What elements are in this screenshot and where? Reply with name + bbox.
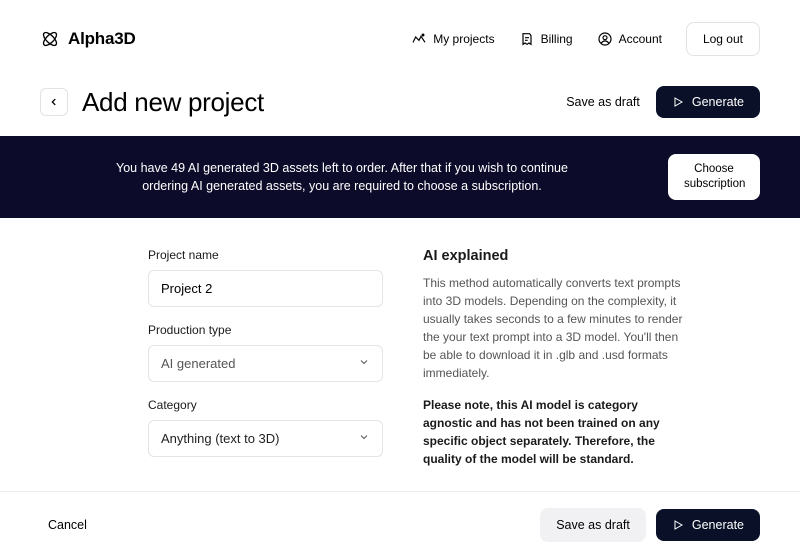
- project-name-field: Project name: [148, 248, 383, 307]
- save-draft-button-bottom[interactable]: Save as draft: [540, 508, 646, 542]
- nav-my-projects[interactable]: My projects: [411, 31, 494, 47]
- category-label: Category: [148, 398, 383, 412]
- banner-text: You have 49 AI generated 3D assets left …: [40, 159, 644, 195]
- production-type-value: AI generated: [161, 356, 235, 371]
- nav-label: Billing: [541, 32, 573, 46]
- form-left: Project name Production type AI generate…: [148, 248, 383, 473]
- projects-icon: [411, 31, 427, 47]
- production-type-select[interactable]: AI generated: [148, 345, 383, 382]
- nav-label: Account: [619, 32, 662, 46]
- logout-button[interactable]: Log out: [686, 22, 760, 56]
- generate-label: Generate: [692, 95, 744, 109]
- back-button[interactable]: [40, 88, 68, 116]
- ai-explained-panel: AI explained This method automatically c…: [423, 248, 683, 473]
- subscription-banner: You have 49 AI generated 3D assets left …: [0, 136, 800, 218]
- generate-button-top[interactable]: Generate: [656, 86, 760, 118]
- billing-icon: [519, 31, 535, 47]
- category-value: Anything (text to 3D): [161, 431, 280, 446]
- play-icon: [672, 96, 684, 108]
- project-name-label: Project name: [148, 248, 383, 262]
- chevron-down-icon: [358, 356, 370, 371]
- cancel-button[interactable]: Cancel: [48, 518, 87, 532]
- choose-subscription-button[interactable]: Choose subscription: [668, 154, 760, 200]
- ai-explained-note: Please note, this AI model is category a…: [423, 396, 683, 468]
- title-row: Add new project Save as draft Generate: [0, 72, 800, 136]
- form-area: Project name Production type AI generate…: [0, 218, 800, 492]
- production-type-label: Production type: [148, 323, 383, 337]
- app-header: Alpha3D My projects Billing: [0, 0, 800, 72]
- page-title: Add new project: [82, 87, 264, 118]
- logo-icon: [40, 29, 60, 49]
- choose-line1: Choose: [694, 163, 734, 175]
- account-icon: [597, 31, 613, 47]
- nav-label: My projects: [433, 32, 494, 46]
- category-field: Category Anything (text to 3D): [148, 398, 383, 457]
- logo[interactable]: Alpha3D: [40, 29, 136, 49]
- main-nav: My projects Billing Account Log out: [411, 22, 760, 56]
- ai-explained-para: This method automatically converts text …: [423, 274, 683, 382]
- choose-line2: subscription: [684, 178, 745, 190]
- logo-text: Alpha3D: [68, 29, 136, 49]
- save-draft-link-top[interactable]: Save as draft: [566, 95, 640, 109]
- nav-billing[interactable]: Billing: [519, 31, 573, 47]
- chevron-left-icon: [49, 95, 59, 110]
- project-name-input[interactable]: [161, 281, 370, 296]
- generate-label: Generate: [692, 518, 744, 532]
- chevron-down-icon: [358, 431, 370, 446]
- footer: Cancel Save as draft Generate: [0, 492, 800, 558]
- project-name-input-wrap: [148, 270, 383, 307]
- generate-button-bottom[interactable]: Generate: [656, 509, 760, 541]
- nav-account[interactable]: Account: [597, 31, 662, 47]
- production-type-field: Production type AI generated: [148, 323, 383, 382]
- category-select[interactable]: Anything (text to 3D): [148, 420, 383, 457]
- ai-explained-heading: AI explained: [423, 248, 683, 264]
